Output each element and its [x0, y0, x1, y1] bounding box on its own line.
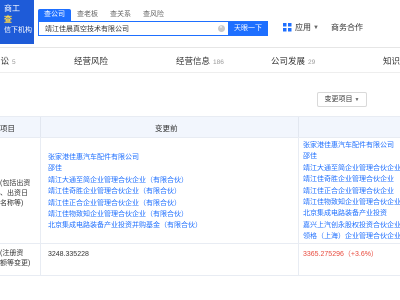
- investor-link[interactable]: 靖江佳物致知企业管理合伙企业（有限合伙）: [48, 209, 202, 220]
- header-item: 项目: [0, 124, 15, 133]
- column-divider: [298, 138, 299, 243]
- search-tab-relation[interactable]: 查关系: [104, 9, 137, 21]
- search-input[interactable]: [39, 22, 214, 35]
- column-divider: [40, 244, 41, 275]
- item-line: (注册资: [0, 250, 24, 257]
- change-item-cell: (注册资 额等变更): [0, 249, 40, 269]
- tab-business-risk[interactable]: 经营风险: [74, 55, 108, 67]
- investor-link[interactable]: 靖江佳奇胜企业管理合伙企业: [303, 174, 400, 185]
- investor-link[interactable]: 张家港佳惠汽车配件有限公司: [48, 152, 202, 163]
- capital-after: 3365.275296: [303, 251, 344, 258]
- after-capital-value: 3365.275296（+3.6%）: [303, 249, 378, 260]
- logo-line-1: 商工: [4, 4, 20, 13]
- investor-link[interactable]: 张家港佳惠汽车配件有限公司: [303, 140, 400, 151]
- investor-link[interactable]: 邵佳: [48, 163, 202, 174]
- search-button[interactable]: 天眼一下: [228, 21, 268, 36]
- column-divider: [298, 117, 299, 137]
- item-line: (包括出资: [0, 180, 31, 187]
- tab-label: 知识: [383, 56, 400, 66]
- tab-intellectual-property[interactable]: 知识: [383, 55, 400, 67]
- company-change-record-page: 商工 查 信下机构 查公司 查老板 查关系 查风险 × 天眼一下: [0, 0, 400, 300]
- apps-grid-icon[interactable]: [283, 23, 292, 32]
- investor-link[interactable]: 靖江大通至简企业管理合伙企业（有限合伙）: [48, 175, 202, 186]
- table-header: 项目 变更前: [0, 116, 400, 138]
- chevron-down-icon: ▼: [354, 97, 360, 103]
- investor-link[interactable]: 北京集成电路装备产业投资: [303, 208, 400, 219]
- after-investor-list: 张家港佳惠汽车配件有限公司 邵佳 靖江大通至简企业管理合伙企业 靖江佳奇胜企业管…: [303, 140, 400, 243]
- filter-label: 变更项目: [324, 96, 353, 103]
- change-record-table: 项目 变更前 (包括出资 、出资日 名称等) 张家港佳惠汽车配件有限公司 邵佳 …: [0, 116, 400, 276]
- tab-label: 经营风险: [74, 56, 109, 66]
- tab-label: 诉讼: [0, 56, 10, 66]
- item-line: 名称等): [0, 200, 24, 207]
- change-record-section: 变更项目 ▼ 项目 变更前 (包括出资 、出资日 名称等) 张家港佳惠汽车配件有限…: [0, 74, 400, 300]
- column-divider: [298, 244, 299, 275]
- tab-company-development[interactable]: 公司发展 29: [271, 55, 315, 67]
- business-cooperation-link[interactable]: 商务合作: [331, 22, 363, 33]
- tab-count: 29: [308, 59, 316, 66]
- tab-count: 186: [213, 59, 224, 66]
- change-item-cell: (包括出资 、出资日 名称等): [0, 179, 40, 209]
- capital-change-percent: （+3.6%）: [343, 251, 378, 258]
- top-bar: 商工 查 信下机构 查公司 查老板 查关系 查风险 × 天眼一下: [0, 0, 400, 48]
- column-divider: [40, 138, 41, 243]
- top-right-menu: 应用 ▼ 商务合作: [283, 22, 363, 33]
- tab-count: 5: [12, 59, 16, 66]
- investor-link[interactable]: 嘉兴上汽创永股权投资合伙企业: [303, 220, 400, 231]
- investor-link[interactable]: 靖江佳奇胜企业管理合伙企业（有限合伙）: [48, 186, 202, 197]
- investor-link[interactable]: 邵佳: [303, 151, 400, 162]
- logo-line-3: 信下机构: [4, 27, 32, 34]
- search-tab-risk[interactable]: 查风险: [137, 9, 170, 21]
- table-row: (包括出资 、出资日 名称等) 张家港佳惠汽车配件有限公司 邵佳 靖江大通至简企…: [0, 138, 400, 244]
- investor-link[interactable]: 靖江佳物致知企业管理合伙企业: [303, 197, 400, 208]
- investor-link[interactable]: 北京集成电路装备产业投资并购基金（有限合伙）: [48, 220, 202, 231]
- column-divider: [40, 117, 41, 137]
- capital-before: 3248.335228: [48, 251, 89, 258]
- before-investor-list: 张家港佳惠汽车配件有限公司 邵佳 靖江大通至简企业管理合伙企业（有限合伙） 靖江…: [48, 152, 202, 232]
- header-before: 变更前: [155, 124, 178, 133]
- logo-line-2: 查: [4, 15, 12, 24]
- search-tab-company[interactable]: 查公司: [38, 9, 71, 21]
- clear-search-icon[interactable]: ×: [214, 22, 228, 35]
- investor-link[interactable]: 靖江大通至简企业管理合伙企业: [303, 163, 400, 174]
- item-line: 额等变更): [0, 260, 31, 267]
- search-bar: × 天眼一下: [38, 21, 268, 36]
- brand-logo[interactable]: 商工 查 信下机构: [0, 0, 34, 44]
- item-line: 、出资日: [0, 190, 28, 197]
- tab-label: 经营信息: [176, 56, 211, 66]
- tab-label: 公司发展: [271, 56, 306, 66]
- chevron-down-icon[interactable]: ▼: [313, 25, 319, 31]
- investor-link[interactable]: 靖江佳正合企业管理合伙企业: [303, 186, 400, 197]
- search-type-tabs: 查公司 查老板 查关系 查风险: [38, 9, 170, 21]
- company-section-tabs: 诉讼5 经营风险 经营信息186 公司发展29 知识: [0, 49, 400, 73]
- apps-menu-label[interactable]: 应用: [295, 22, 311, 33]
- investor-link[interactable]: 靖江佳正合企业管理合伙企业（有限合伙）: [48, 198, 202, 209]
- tab-business-info[interactable]: 经营信息 186: [176, 55, 224, 67]
- search-tab-boss[interactable]: 查老板: [71, 9, 104, 21]
- tab-litigation[interactable]: 诉讼5: [0, 55, 16, 67]
- before-capital-value: 3248.335228: [48, 249, 89, 260]
- investor-link[interactable]: 领格（上海）企业管理合伙企业: [303, 231, 400, 242]
- change-item-filter[interactable]: 变更项目 ▼: [317, 92, 367, 107]
- table-row: (注册资 额等变更) 3248.335228 3365.275296（+3.6%…: [0, 244, 400, 276]
